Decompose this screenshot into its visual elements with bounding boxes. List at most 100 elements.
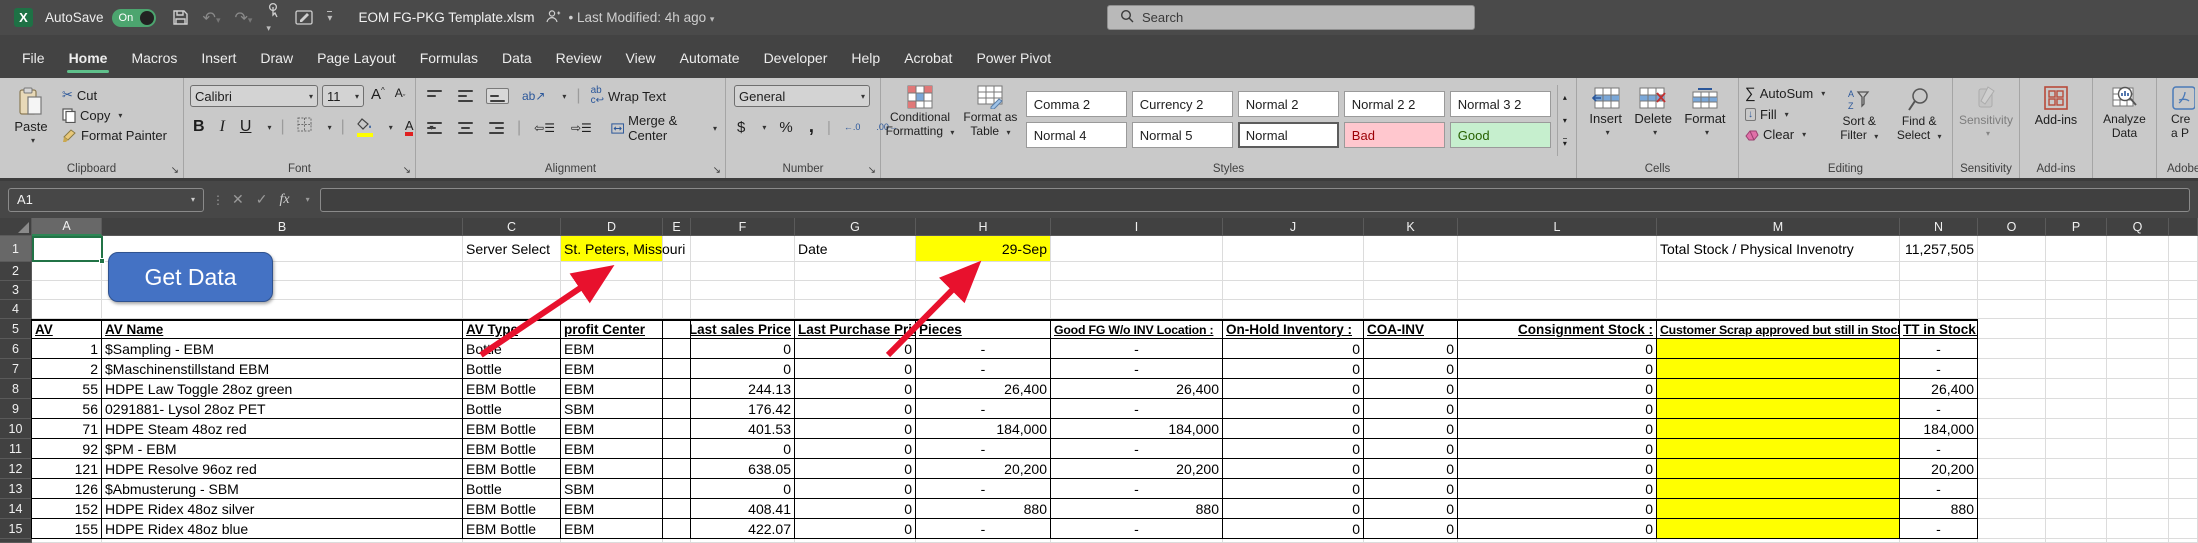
data-cell[interactable]: EBM Bottle (463, 419, 561, 439)
cell[interactable] (2107, 262, 2169, 281)
cell[interactable] (2169, 236, 2198, 262)
cell[interactable] (2046, 339, 2107, 359)
data-cell[interactable]: 0 (1223, 339, 1364, 359)
cell[interactable] (463, 262, 561, 281)
align-right-icon[interactable] (486, 121, 507, 135)
cell[interactable] (2046, 300, 2107, 319)
row-header-5[interactable]: 5 (0, 319, 32, 339)
data-cell[interactable]: 0 (1458, 339, 1657, 359)
style-chip-normal-2-2[interactable]: Normal 2 2 (1344, 91, 1445, 117)
column-header-P[interactable]: P (2046, 218, 2107, 236)
cell[interactable] (691, 300, 795, 319)
data-cell[interactable]: 0 (1458, 499, 1657, 519)
cell[interactable] (561, 262, 663, 281)
search-input[interactable]: Search (1107, 5, 1475, 30)
data-cell[interactable] (1657, 479, 1900, 499)
cell[interactable] (32, 262, 102, 281)
clipboard-dialog-launcher[interactable]: ↘ (171, 165, 179, 176)
cell[interactable] (2169, 300, 2198, 319)
comma-format-icon[interactable]: , (806, 115, 817, 139)
cell[interactable] (2046, 499, 2107, 519)
header-cell-on-hold-inventory[interactable]: On-Hold Inventory : (1223, 319, 1364, 339)
cell[interactable] (1458, 300, 1657, 319)
cell[interactable] (2169, 479, 2198, 499)
data-cell[interactable]: 422.07 (691, 519, 795, 539)
cell[interactable] (102, 300, 463, 319)
data-cell[interactable]: - (1051, 359, 1223, 379)
merge-center-button[interactable]: Merge & Center▾ (611, 113, 717, 143)
column-header-H[interactable]: H (916, 218, 1051, 236)
data-cell[interactable]: 0 (1223, 439, 1364, 459)
delete-cells-button[interactable]: Delete▾ (1634, 87, 1672, 158)
cut-button[interactable]: ✂Cut (62, 87, 167, 103)
cell[interactable] (2046, 459, 2107, 479)
row-header-12[interactable]: 12 (0, 459, 32, 479)
data-cell[interactable]: 0 (1223, 379, 1364, 399)
cell[interactable] (1657, 300, 1900, 319)
data-cell[interactable]: - (1051, 339, 1223, 359)
data-cell[interactable]: 0 (1458, 419, 1657, 439)
data-cell[interactable]: - (1051, 519, 1223, 539)
data-cell[interactable]: EBM Bottle (463, 459, 561, 479)
data-cell[interactable]: 0 (1223, 499, 1364, 519)
data-cell[interactable]: 26,400 (1051, 379, 1223, 399)
fill-button[interactable]: ↓Fill▾ (1745, 107, 1825, 122)
data-cell[interactable]: 0 (1364, 519, 1458, 539)
data-cell[interactable]: 0 (1458, 399, 1657, 419)
style-chip-bad[interactable]: Bad (1344, 122, 1445, 148)
data-cell[interactable]: 176.42 (691, 399, 795, 419)
cell[interactable] (2107, 519, 2169, 539)
data-cell[interactable]: 20,200 (1900, 459, 1978, 479)
column-header-K[interactable]: K (1364, 218, 1458, 236)
data-cell[interactable]: 0 (1458, 379, 1657, 399)
header-cell-pieces[interactable]: Pieces (916, 319, 1051, 339)
align-left-icon[interactable] (424, 121, 445, 135)
data-cell[interactable]: - (1900, 479, 1978, 499)
data-cell[interactable]: 401.53 (691, 419, 795, 439)
analyze-data-button[interactable]: AnalyzeData (2093, 83, 2156, 141)
cell[interactable] (663, 262, 691, 281)
data-cell[interactable]: EBM (561, 339, 663, 359)
autosave-toggle[interactable]: On (112, 9, 156, 27)
align-top-icon[interactable] (424, 89, 445, 103)
cell[interactable] (2046, 262, 2107, 281)
data-cell[interactable] (663, 399, 691, 419)
menu-tab-file[interactable]: File (10, 50, 57, 78)
column-header-Q[interactable]: Q (2107, 218, 2169, 236)
touch-mode-icon[interactable]: ▾ (266, 2, 281, 34)
cell[interactable] (1978, 281, 2046, 300)
cell[interactable] (2107, 300, 2169, 319)
data-cell[interactable]: - (916, 519, 1051, 539)
data-cell[interactable]: $Maschinenstillstand EBM (102, 359, 463, 379)
cell-total-stock-value[interactable]: 11,257,505 (1900, 236, 1978, 262)
cell[interactable] (2046, 379, 2107, 399)
row-header-4[interactable]: 4 (0, 300, 32, 319)
column-header-J[interactable]: J (1223, 218, 1364, 236)
data-cell[interactable]: 0 (1364, 459, 1458, 479)
menu-tab-power-pivot[interactable]: Power Pivot (964, 50, 1063, 78)
cell[interactable] (1223, 236, 1364, 262)
cell[interactable] (2046, 319, 2107, 339)
cell[interactable] (2046, 359, 2107, 379)
cell[interactable] (2046, 399, 2107, 419)
row-header-10[interactable]: 10 (0, 419, 32, 439)
addins-button[interactable]: Add-ins (2020, 83, 2092, 127)
cell[interactable] (1657, 262, 1900, 281)
cell[interactable] (1978, 339, 2046, 359)
column-header-A[interactable]: A (32, 218, 102, 236)
cell[interactable] (1978, 479, 2046, 499)
cancel-icon[interactable]: ✕ (232, 191, 244, 208)
cell[interactable] (2107, 339, 2169, 359)
underline-button[interactable]: U (237, 117, 255, 137)
data-cell[interactable]: EBM (561, 359, 663, 379)
cell[interactable] (2107, 439, 2169, 459)
cell[interactable] (463, 300, 561, 319)
cell[interactable] (1223, 300, 1364, 319)
cell[interactable] (1978, 379, 2046, 399)
menu-tab-data[interactable]: Data (490, 50, 544, 78)
column-header-M[interactable]: M (1657, 218, 1900, 236)
menu-tab-automate[interactable]: Automate (668, 50, 752, 78)
data-cell[interactable] (1657, 459, 1900, 479)
cell[interactable] (1900, 262, 1978, 281)
data-cell[interactable]: 0 (1223, 419, 1364, 439)
